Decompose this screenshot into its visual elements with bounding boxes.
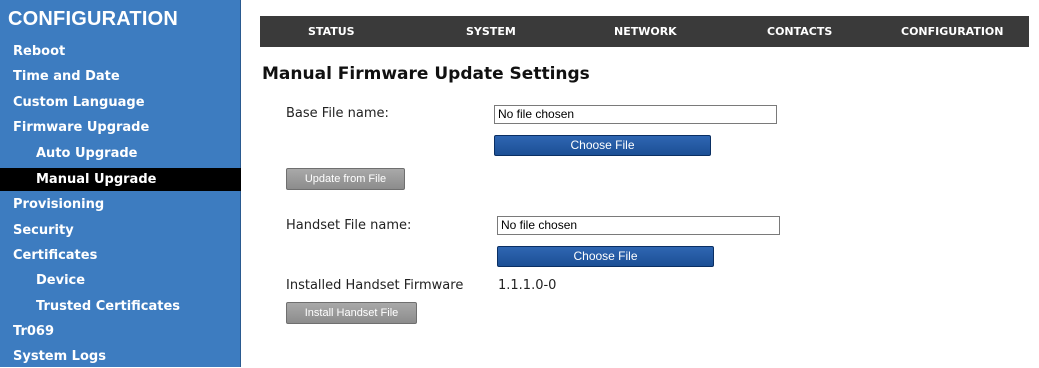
base-file-label: Base File name: [286,106,389,121]
nav-status[interactable]: STATUS [308,16,355,47]
sidebar: CONFIGURATION Reboot Time and Date Custo… [0,0,241,367]
sidebar-item-time-and-date[interactable]: Time and Date [0,65,241,88]
nav-contacts[interactable]: CONTACTS [767,16,832,47]
sidebar-item-system-logs[interactable]: System Logs [0,345,241,368]
sidebar-item-auto-upgrade[interactable]: Auto Upgrade [0,142,241,165]
sidebar-item-trusted-certificates[interactable]: Trusted Certificates [0,295,241,318]
base-file-input[interactable]: No file chosen [494,105,777,124]
sidebar-item-provisioning[interactable]: Provisioning [0,193,241,216]
sidebar-title: CONFIGURATION [8,8,178,30]
sidebar-item-manual-upgrade[interactable]: Manual Upgrade [0,168,241,191]
nav-system[interactable]: SYSTEM [466,16,516,47]
sidebar-item-tr069[interactable]: Tr069 [0,320,241,343]
update-from-file-button[interactable]: Update from File [286,168,405,190]
top-navigation: STATUS SYSTEM NETWORK CONTACTS CONFIGURA… [260,16,1029,47]
handset-file-input[interactable]: No file chosen [497,216,780,235]
nav-configuration[interactable]: CONFIGURATION [901,16,1003,47]
handset-file-label: Handset File name: [286,218,412,233]
page-title: Manual Firmware Update Settings [262,64,590,84]
sidebar-item-custom-language[interactable]: Custom Language [0,91,241,114]
base-choose-file-button[interactable]: Choose File [494,135,711,156]
installed-handset-firmware-label: Installed Handset Firmware [286,278,464,293]
install-handset-file-button[interactable]: Install Handset File [286,302,417,324]
sidebar-item-reboot[interactable]: Reboot [0,40,241,63]
nav-network[interactable]: NETWORK [614,16,677,47]
sidebar-item-device[interactable]: Device [0,269,241,292]
sidebar-item-firmware-upgrade[interactable]: Firmware Upgrade [0,116,241,139]
sidebar-item-security[interactable]: Security [0,219,241,242]
handset-choose-file-button[interactable]: Choose File [497,246,714,267]
installed-handset-firmware-value: 1.1.1.0-0 [498,278,557,293]
sidebar-item-certificates[interactable]: Certificates [0,244,241,267]
